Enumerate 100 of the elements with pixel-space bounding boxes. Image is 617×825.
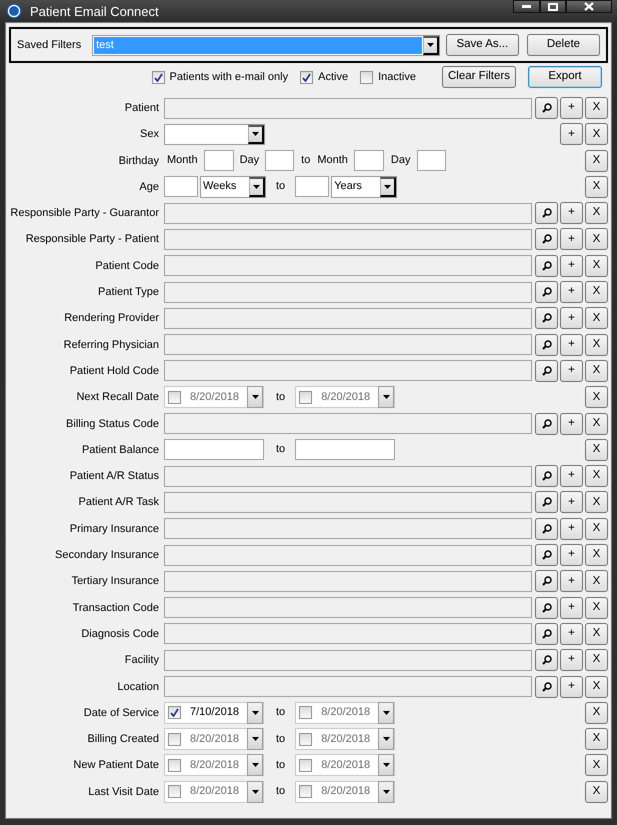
clear-button[interactable]: X: [585, 544, 608, 566]
clear-button[interactable]: X: [585, 438, 608, 461]
clear-button[interactable]: X: [585, 202, 608, 224]
checkbox-label[interactable]: Active: [318, 72, 348, 82]
clear-button[interactable]: X: [585, 97, 608, 119]
search-button[interactable]: [535, 254, 558, 277]
amount-field[interactable]: [164, 439, 264, 460]
clear-button[interactable]: X: [585, 728, 608, 750]
search-button[interactable]: [535, 518, 558, 540]
clear-button[interactable]: X: [585, 649, 608, 672]
search-button[interactable]: [535, 228, 558, 250]
checkbox[interactable]: [360, 70, 374, 84]
add-button[interactable]: +: [560, 281, 583, 304]
sex-dropdown[interactable]: [164, 124, 265, 145]
add-button[interactable]: +: [560, 570, 583, 592]
lookup-field[interactable]: [164, 518, 532, 540]
clear-button[interactable]: X: [585, 412, 608, 435]
search-button[interactable]: [535, 412, 558, 435]
clear-button[interactable]: X: [585, 334, 608, 356]
add-button[interactable]: +: [560, 254, 583, 277]
clear-button[interactable]: X: [585, 518, 608, 540]
add-button[interactable]: +: [560, 360, 583, 382]
checkbox[interactable]: [168, 732, 181, 746]
dropdown-button[interactable]: [422, 36, 439, 54]
checkbox[interactable]: [152, 70, 164, 84]
search-button[interactable]: [535, 544, 558, 566]
lookup-field[interactable]: [164, 544, 532, 566]
close-button[interactable]: [566, 0, 612, 13]
lookup-field[interactable]: [164, 650, 532, 671]
date-picker[interactable]: 8/20/2018: [164, 386, 264, 408]
search-button[interactable]: [535, 202, 558, 224]
search-button[interactable]: [535, 334, 558, 356]
date-picker[interactable]: 8/20/2018: [164, 780, 264, 803]
add-button[interactable]: +: [560, 622, 583, 645]
checkbox[interactable]: [299, 785, 312, 798]
lookup-field[interactable]: [164, 98, 532, 118]
lookup-field[interactable]: [164, 202, 532, 224]
clear-button[interactable]: X: [585, 254, 608, 277]
dropdown-button[interactable]: [248, 124, 264, 144]
clear-button[interactable]: X: [585, 676, 608, 698]
date-picker[interactable]: 8/20/2018: [164, 728, 264, 750]
lookup-field[interactable]: [164, 360, 532, 382]
dropdown-button[interactable]: [249, 176, 265, 197]
day-field[interactable]: [265, 150, 294, 172]
clear-button[interactable]: X: [585, 176, 608, 198]
add-button[interactable]: +: [560, 202, 583, 224]
dropdown-button[interactable]: [378, 780, 394, 803]
search-button[interactable]: [535, 360, 558, 382]
add-button[interactable]: +: [560, 649, 583, 672]
add-button[interactable]: +: [560, 465, 583, 488]
date-picker[interactable]: 8/20/2018: [295, 728, 396, 750]
lookup-field[interactable]: [164, 597, 532, 618]
clear-button[interactable]: X: [585, 702, 608, 724]
clear-button[interactable]: X: [585, 307, 608, 330]
clear-button[interactable]: X: [585, 465, 608, 488]
clear-button[interactable]: X: [585, 281, 608, 304]
date-picker[interactable]: 8/20/2018: [295, 702, 396, 724]
checkbox[interactable]: [300, 70, 314, 84]
dropdown-button[interactable]: [247, 386, 263, 408]
checkbox[interactable]: [299, 732, 312, 746]
checkbox[interactable]: [168, 785, 181, 798]
lookup-field[interactable]: [164, 676, 532, 698]
amount-field[interactable]: [295, 439, 396, 460]
dropdown-button[interactable]: [378, 702, 394, 724]
dropdown-button[interactable]: [378, 386, 394, 408]
unit-dropdown[interactable]: Weeks: [200, 176, 266, 198]
add-button[interactable]: +: [560, 544, 583, 566]
dropdown-button[interactable]: [247, 780, 263, 803]
minimize-button[interactable]: [513, 0, 540, 13]
checkbox-label[interactable]: Inactive: [378, 72, 416, 82]
lookup-field[interactable]: [164, 255, 532, 276]
dropdown-button[interactable]: [378, 728, 394, 750]
add-button[interactable]: +: [560, 123, 583, 146]
clear-button[interactable]: X: [585, 491, 608, 514]
date-picker[interactable]: 7/10/2018: [164, 702, 264, 724]
search-button[interactable]: [535, 596, 558, 619]
search-button[interactable]: [535, 491, 558, 514]
dropdown-button[interactable]: [247, 728, 263, 750]
dropdown-button[interactable]: [247, 702, 263, 724]
lookup-field[interactable]: [164, 282, 532, 303]
checkbox[interactable]: [168, 390, 181, 404]
search-button[interactable]: [535, 281, 558, 304]
date-picker[interactable]: 8/20/2018: [295, 780, 396, 803]
add-button[interactable]: +: [560, 412, 583, 435]
clear-button[interactable]: X: [585, 596, 608, 619]
checkbox[interactable]: [299, 758, 312, 772]
clear-button[interactable]: X: [585, 570, 608, 592]
delete-button[interactable]: Delete: [526, 34, 600, 56]
dropdown-button[interactable]: [378, 754, 394, 776]
search-button[interactable]: [535, 307, 558, 330]
checkbox[interactable]: [299, 390, 312, 404]
search-button[interactable]: [535, 97, 558, 119]
add-button[interactable]: +: [560, 97, 583, 119]
export-button[interactable]: Export: [528, 66, 602, 88]
add-button[interactable]: +: [560, 676, 583, 698]
lookup-field[interactable]: [164, 308, 532, 329]
date-picker[interactable]: 8/20/2018: [164, 754, 264, 776]
add-button[interactable]: +: [560, 491, 583, 514]
checkbox[interactable]: [168, 706, 181, 720]
date-picker[interactable]: 8/20/2018: [295, 754, 396, 776]
